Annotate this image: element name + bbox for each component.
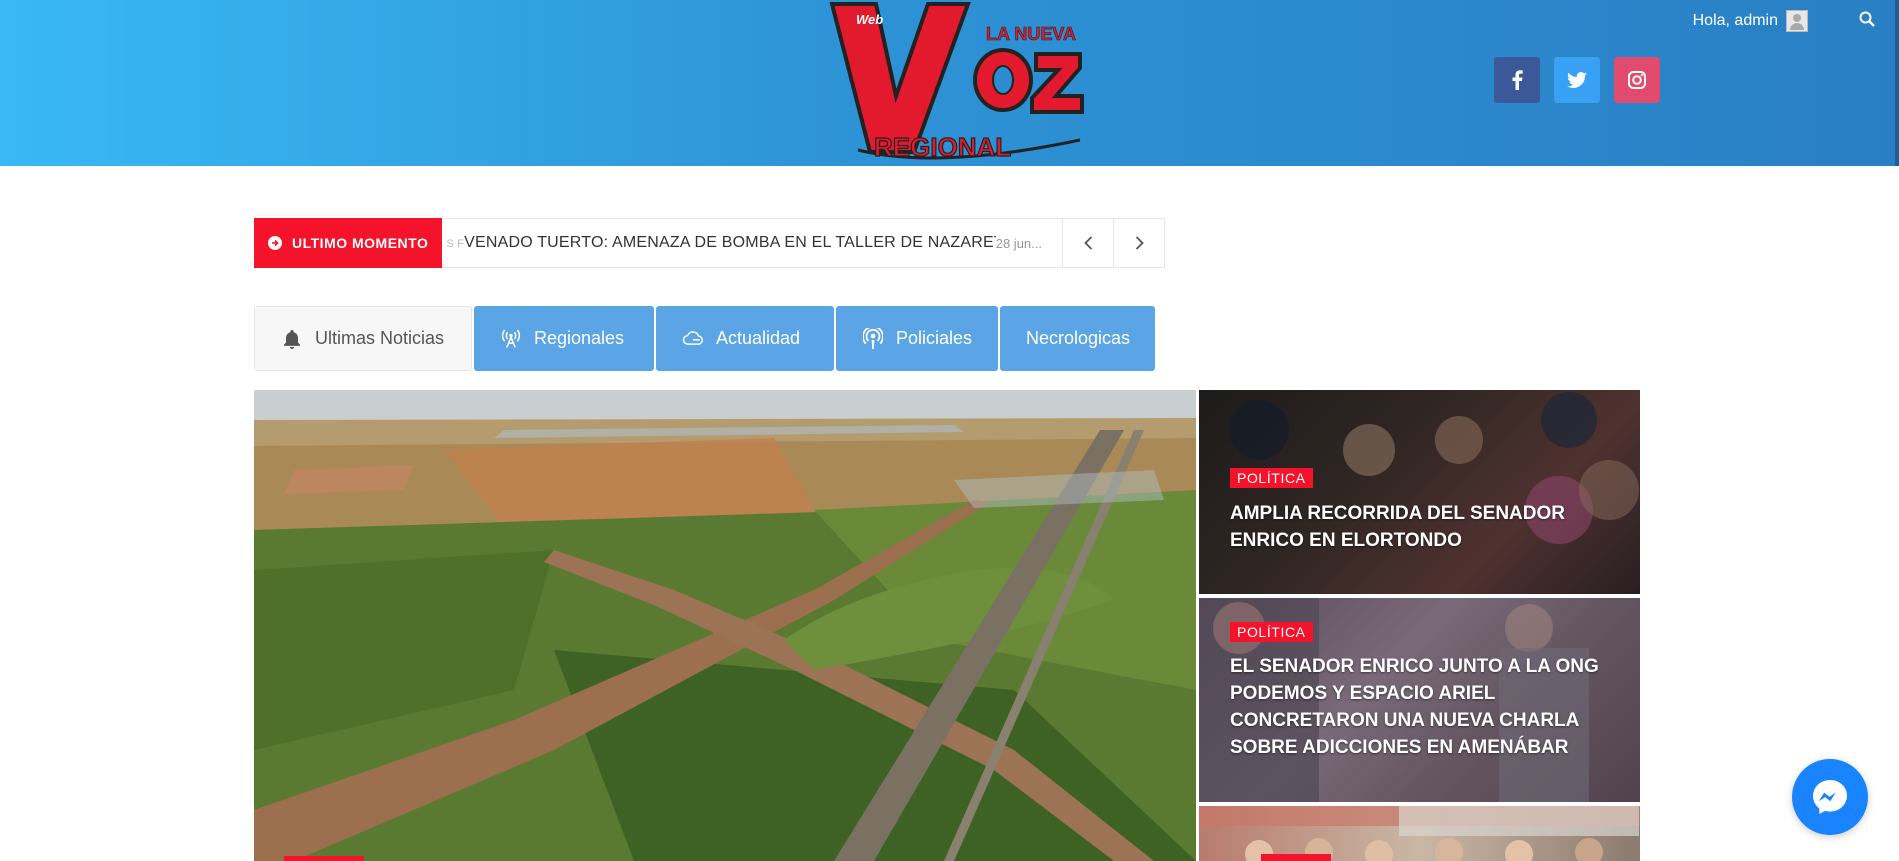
- messenger-chat-button[interactable]: [1792, 759, 1868, 835]
- facebook-button[interactable]: [1494, 57, 1540, 103]
- site-logo[interactable]: Web LA NUEVA REGIONAL: [818, 0, 1088, 166]
- category-badge[interactable]: [284, 856, 364, 861]
- news-card-photo: [1199, 390, 1640, 594]
- logo-regional: REGIONAL: [874, 132, 1011, 162]
- ticker-prev-fragment: S F: [446, 238, 465, 250]
- site-header: Web LA NUEVA REGIONAL Hola, admin: [0, 0, 1899, 166]
- ticker-label: ULTIMO MOMENTO: [254, 217, 443, 268]
- cloud-icon: [682, 328, 704, 350]
- chevron-left-icon: [1083, 236, 1092, 250]
- logo-web-tag: Web: [856, 12, 883, 27]
- tab-label: Regionales: [534, 328, 625, 348]
- bell-icon: [281, 328, 303, 350]
- ticker-prev-button[interactable]: [1062, 219, 1113, 267]
- ticker-label-text: ULTIMO MOMENTO: [292, 234, 429, 251]
- tab-label: Policiales: [895, 328, 972, 348]
- tab-necrologicas[interactable]: Necrologicas: [1000, 306, 1155, 371]
- instagram-button[interactable]: [1614, 57, 1660, 103]
- ticker-next-button[interactable]: [1113, 219, 1164, 267]
- greeting-text: Hola, admin: [1692, 12, 1778, 29]
- search-icon[interactable]: [1859, 11, 1875, 27]
- avatar[interactable]: [1786, 10, 1808, 32]
- social-links: [1494, 57, 1660, 103]
- tab-actualidad[interactable]: Actualidad: [656, 306, 834, 371]
- tab-label: Actualidad: [716, 328, 801, 348]
- ticker-date: 28 jun...: [995, 235, 1042, 251]
- news-card[interactable]: [1199, 806, 1640, 861]
- logo-la-nueva: LA NUEVA: [986, 24, 1076, 44]
- aerial-field-photo: [254, 390, 1196, 861]
- twitter-button[interactable]: [1554, 57, 1600, 103]
- news-card-photo: [1199, 806, 1640, 861]
- news-card-title[interactable]: AMPLIA RECORRIDA DEL SENADOR ENRICO EN E…: [1230, 500, 1600, 554]
- broadcast-icon: [500, 328, 522, 350]
- scrollbar[interactable]: [1895, 0, 1899, 166]
- breaking-news-ticker: ULTIMO MOMENTO S FVENADO TUERTO: AMENAZA…: [254, 217, 1165, 268]
- arrow-right-circle-icon: [268, 235, 282, 250]
- user-greeting[interactable]: Hola, admin: [1693, 10, 1808, 32]
- category-badge[interactable]: POLÍTICA: [1230, 468, 1313, 488]
- category-badge[interactable]: POLÍTICA: [1230, 622, 1313, 642]
- ticker-headline-text[interactable]: VENADO TUERTO: AMENAZA DE BOMBA EN EL TA…: [464, 234, 996, 251]
- tab-ultimas-noticias[interactable]: Ultimas Noticias: [254, 306, 472, 371]
- news-card-title[interactable]: EL SENADOR ENRICO JUNTO A LA ONG PODEMOS…: [1230, 653, 1600, 761]
- tab-regionales[interactable]: Regionales: [474, 306, 654, 371]
- podcast-icon: [862, 327, 884, 350]
- tab-label: Ultimas Noticias: [315, 328, 445, 348]
- news-card[interactable]: POLÍTICA EL SENADOR ENRICO JUNTO A LA ON…: [1199, 598, 1640, 802]
- chevron-right-icon: [1135, 236, 1144, 250]
- instagram-icon: [1628, 71, 1646, 89]
- news-card[interactable]: POLÍTICA AMPLIA RECORRIDA DEL SENADOR EN…: [1199, 390, 1640, 594]
- facebook-icon: [1512, 70, 1523, 90]
- twitter-icon: [1567, 72, 1587, 88]
- ticker-headline[interactable]: S FVENADO TUERTO: AMENAZA DE BOMBA EN EL…: [442, 234, 995, 252]
- category-tabs: Ultimas Noticias Regionales Actualidad P…: [254, 306, 1155, 371]
- featured-news-image[interactable]: [254, 390, 1196, 861]
- messenger-icon: [1813, 780, 1847, 814]
- tab-label: Necrologicas: [1026, 328, 1131, 348]
- tab-policiales[interactable]: Policiales: [836, 306, 998, 371]
